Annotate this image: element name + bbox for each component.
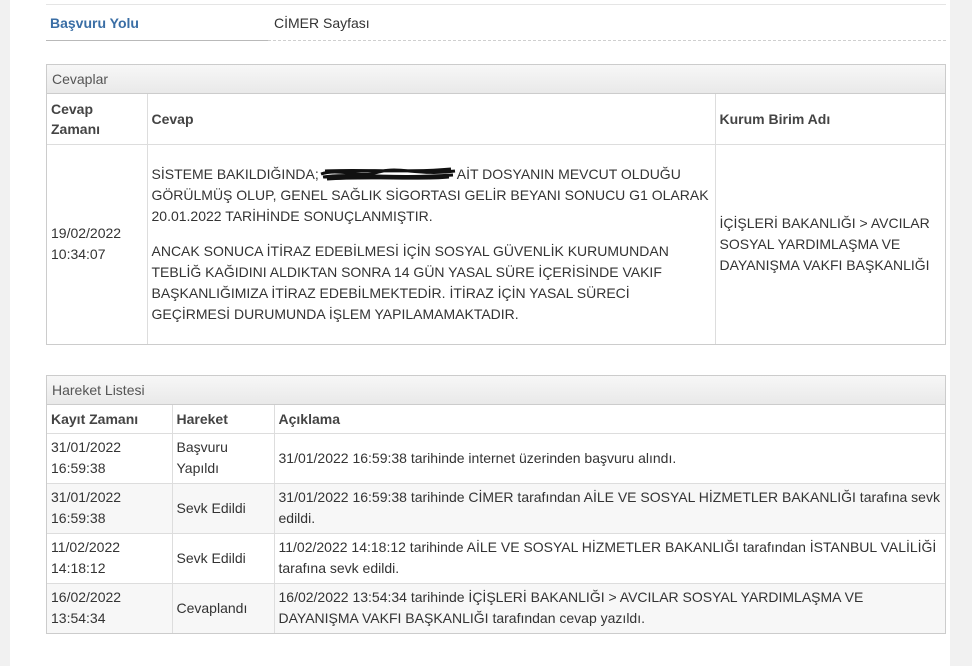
record-date: 31/01/2022 [51, 489, 122, 505]
record-clock: 16:59:38 [51, 460, 106, 476]
column-header-record-time: Kayıt Zamanı [47, 405, 173, 434]
movements-panel: Hareket Listesi Kayıt Zamanı Hareket Açı… [46, 375, 946, 634]
answer-paragraph-2: ANCAK SONUCA İTİRAZ EDEBİLMESİ İÇİN SOSY… [151, 242, 669, 322]
table-row: 31/01/2022 16:59:38 Sevk Edildi 31/01/20… [47, 483, 945, 534]
action-cell: Cevaplandı [172, 583, 275, 633]
column-header-action: Hareket [172, 405, 275, 434]
answer-date: 19/02/2022 [51, 225, 122, 242]
table-row: 16/02/2022 13:54:34 Cevaplandı 16/02/202… [47, 583, 945, 633]
description-cell: 31/01/2022 16:59:38 tarihinde internet ü… [274, 433, 945, 484]
description-cell: 31/01/2022 16:59:38 tarihinde CİMER tara… [274, 483, 945, 534]
record-time-cell: 11/02/2022 14:18:12 [47, 533, 173, 584]
divider [46, 4, 946, 5]
answer-time-header-text: Cevap Zamanı [51, 100, 101, 137]
action-cell: Başvuru Yapıldı [172, 433, 275, 484]
answer-paragraph-1-rest: GÖRÜLMÜŞ OLUP, GENEL SAĞLIK SİGORTASI GE… [151, 186, 709, 224]
record-date: 31/01/2022 [51, 439, 122, 455]
redaction-scribble [319, 167, 457, 181]
answers-table-header: Cevap Zamanı Cevap Kurum Birim Adı [47, 94, 945, 145]
record-clock: 14:18:12 [51, 560, 106, 576]
answer-line1-end: AİT DOSYANIN MEVCUT OLDUĞU [456, 165, 681, 182]
movements-panel-title: Hareket Listesi [47, 376, 945, 405]
column-header-answer-time: Cevap Zamanı [47, 94, 148, 145]
divider [268, 40, 946, 41]
column-header-answer: Cevap [147, 94, 716, 145]
answer-text-cell: SİSTEME BAKILDIĞINDA; AİT DOSYANIN MEVCUT… [147, 144, 716, 344]
column-header-unit: Kurum Birim Adı [715, 94, 945, 145]
action-cell: Sevk Edildi [172, 533, 275, 584]
answer-unit-cell: İÇİŞLERİ BAKANLIĞI > AVCILAR SOSYAL YARD… [719, 214, 930, 273]
answers-panel: Cevaplar Cevap Zamanı Cevap Kurum Birim … [46, 64, 946, 345]
answer-paragraph-1: SİSTEME BAKILDIĞINDA; AİT DOSYANIN MEVCUT… [152, 164, 711, 227]
record-time-cell: 16/02/2022 13:54:34 [47, 583, 173, 633]
application-channel-label: Başvuru Yolu [50, 15, 139, 31]
answers-table: Cevap Zamanı Cevap Kurum Birim Adı 19/02… [47, 94, 945, 344]
description-cell: 16/02/2022 13:54:34 tarihinde İÇİŞLERİ B… [274, 583, 945, 633]
answer-line1-start: SİSTEME BAKILDIĞINDA; [151, 165, 319, 182]
answer-row: 19/02/2022 10:34:07 SİSTEME BAKILDIĞINDA… [47, 144, 945, 344]
record-time-cell: 31/01/2022 16:59:38 [47, 483, 173, 534]
application-channel-row: Başvuru Yolu CİMER Sayfası [46, 0, 946, 41]
record-clock: 13:54:34 [51, 610, 106, 627]
description-cell: 11/02/2022 14:18:12 tarihinde AİLE VE SO… [274, 533, 945, 584]
divider [46, 40, 268, 41]
application-channel-value: CİMER Sayfası [274, 15, 370, 31]
answers-panel-title: Cevaplar [47, 65, 945, 94]
record-clock: 16:59:38 [51, 510, 106, 526]
record-date: 11/02/2022 [51, 539, 121, 555]
movements-table-header: Kayıt Zamanı Hareket Açıklama [47, 405, 945, 434]
page: Başvuru Yolu CİMER Sayfası Cevaplar Ceva… [10, 0, 950, 666]
movements-table: Kayıt Zamanı Hareket Açıklama 31/01/2022… [47, 405, 945, 633]
column-header-description: Açıklama [274, 405, 945, 434]
answer-clock: 10:34:07 [51, 246, 106, 263]
action-cell: Sevk Edildi [172, 483, 275, 534]
table-row: 31/01/2022 16:59:38 Başvuru Yapıldı 31/0… [47, 433, 945, 484]
record-date: 16/02/2022 [51, 589, 122, 606]
answer-time-cell: 19/02/2022 10:34:07 [47, 144, 148, 344]
table-row: 11/02/2022 14:18:12 Sevk Edildi 11/02/20… [47, 533, 945, 584]
record-time-cell: 31/01/2022 16:59:38 [47, 433, 173, 484]
